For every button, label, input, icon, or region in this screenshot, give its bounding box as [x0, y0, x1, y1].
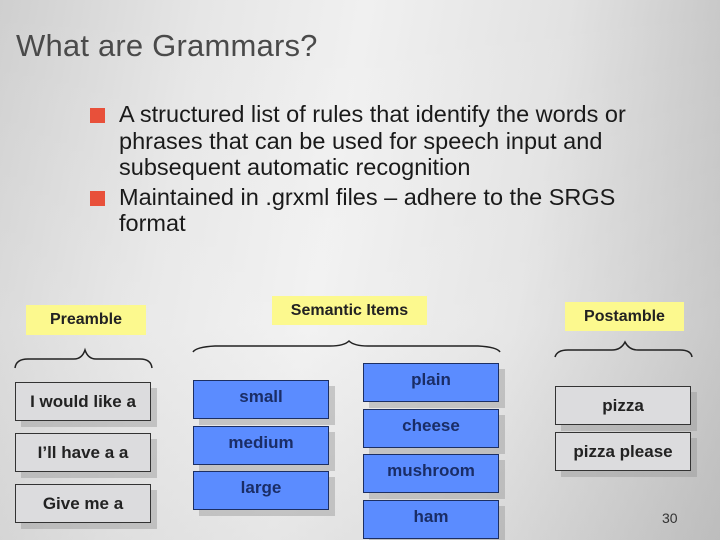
postamble-item: pizza [555, 386, 691, 425]
postamble-item-text: pizza [602, 395, 644, 415]
bullet-text: Maintained in .grxml files – adhere to t… [119, 183, 616, 237]
preamble-item: Give me a [15, 484, 151, 523]
preamble-item-text: Give me a [42, 493, 124, 513]
semantic-items-brace-icon [192, 339, 501, 353]
bullet-item: Maintained in .grxml files – adhere to t… [88, 184, 648, 237]
page-number: 30 [662, 510, 678, 526]
topping-item: mushroom [363, 454, 499, 493]
square-bullet-icon [90, 108, 105, 123]
topping-item-text: mushroom [387, 460, 475, 480]
topping-item: cheese [363, 409, 499, 448]
preamble-label: Preamble [26, 305, 146, 335]
slide-title: What are Grammars? [16, 28, 318, 63]
postamble-label: Postamble [565, 302, 684, 331]
size-item-text: small [239, 386, 283, 406]
size-item: medium [193, 426, 329, 465]
bullet-text: A structured list of rules that identify… [119, 101, 626, 180]
size-item: large [193, 471, 329, 510]
postamble-brace-icon [554, 340, 693, 358]
preamble-item-text: I would like a [30, 391, 136, 411]
topping-item-text: cheese [402, 415, 460, 435]
bullet-list: A structured list of rules that identify… [88, 101, 648, 237]
topping-item-text: plain [411, 369, 451, 389]
postamble-item: pizza please [555, 432, 691, 471]
preamble-item: I’ll have a a [15, 433, 151, 472]
square-bullet-icon [90, 190, 105, 206]
preamble-item: I would like a [15, 382, 151, 421]
size-item-text: medium [228, 432, 294, 452]
size-item: small [193, 380, 329, 419]
postamble-item-text: pizza please [573, 441, 673, 461]
bullet-item: A structured list of rules that identify… [88, 101, 648, 181]
topping-item: plain [363, 363, 499, 402]
size-item-text: large [240, 477, 282, 497]
preamble-brace-icon [14, 347, 153, 369]
preamble-item-text: I’ll have a a [37, 442, 129, 462]
topping-item: ham [363, 500, 499, 539]
semantic-items-label: Semantic Items [272, 296, 427, 325]
topping-item-text: ham [413, 506, 449, 526]
